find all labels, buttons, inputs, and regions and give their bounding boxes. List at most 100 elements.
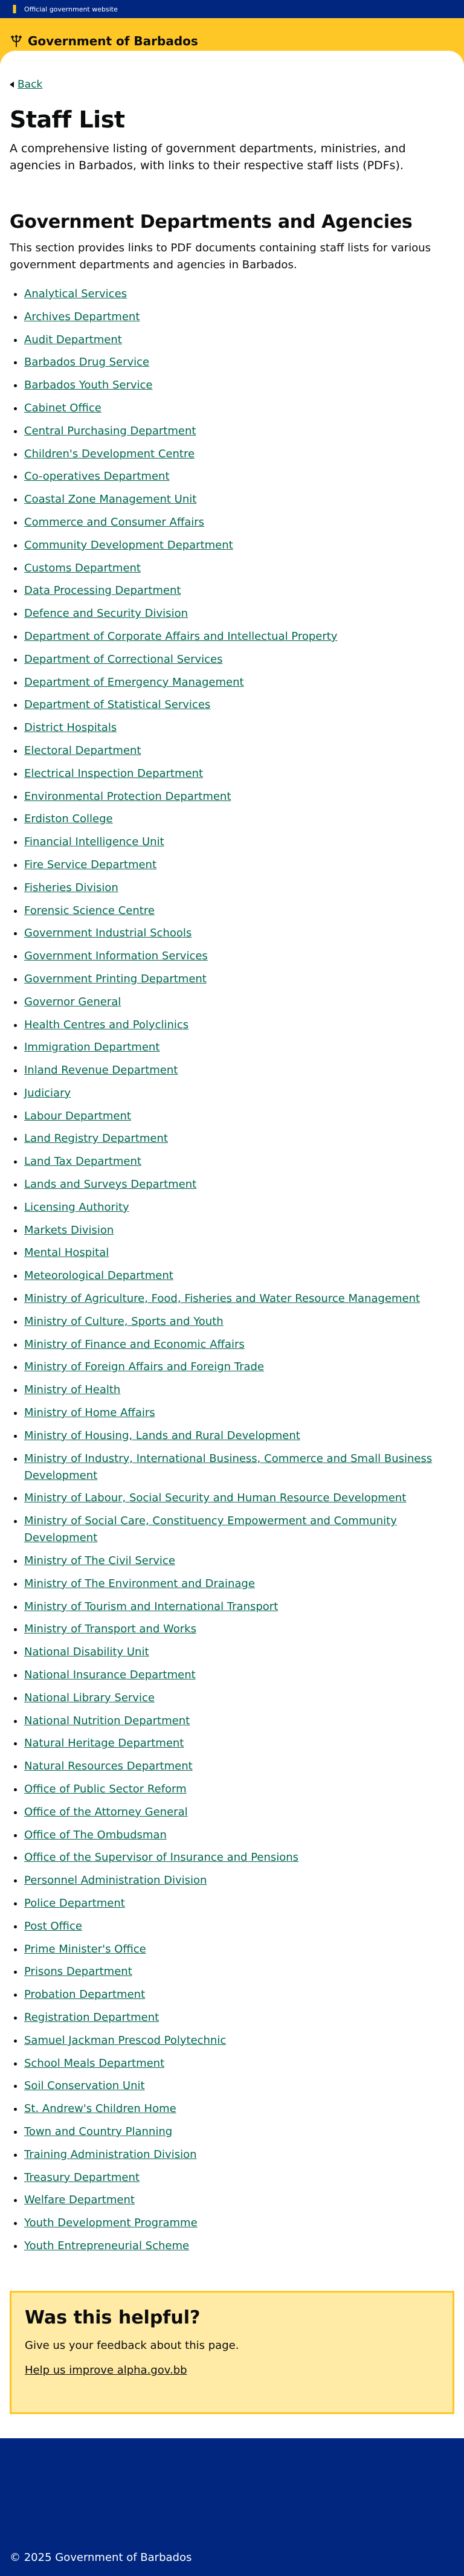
department-link[interactable]: Probation Department bbox=[24, 1988, 145, 2001]
department-link[interactable]: Office of The Ombudsman bbox=[24, 1829, 167, 1841]
department-link[interactable]: Defence and Security Division bbox=[24, 607, 188, 620]
department-link[interactable]: Prisons Department bbox=[24, 1965, 132, 1978]
section-description: This section provides links to PDF docum… bbox=[10, 242, 431, 271]
department-link[interactable]: Department of Correctional Services bbox=[24, 653, 223, 666]
department-link[interactable]: Archives Department bbox=[24, 311, 140, 323]
department-link[interactable]: Ministry of The Environment and Drainage bbox=[24, 1577, 255, 1590]
department-link[interactable]: Barbados Youth Service bbox=[24, 379, 153, 391]
list-item: Government Industrial Schools bbox=[24, 925, 454, 942]
department-link[interactable]: Barbados Drug Service bbox=[24, 356, 149, 369]
list-item: Youth Entrepreneurial Scheme bbox=[24, 2238, 454, 2255]
department-link[interactable]: Registration Department bbox=[24, 2011, 159, 2024]
department-link[interactable]: Soil Conservation Unit bbox=[24, 2079, 145, 2092]
list-item: Barbados Youth Service bbox=[24, 377, 454, 394]
list-item: Financial Intelligence Unit bbox=[24, 834, 454, 851]
list-item: Inland Revenue Department bbox=[24, 1062, 454, 1079]
department-link[interactable]: Cabinet Office bbox=[24, 402, 102, 414]
department-link[interactable]: Prime Minister's Office bbox=[24, 1943, 146, 1956]
department-link[interactable]: Ministry of Transport and Works bbox=[24, 1623, 196, 1635]
department-link[interactable]: Commerce and Consumer Affairs bbox=[24, 516, 204, 529]
trident-icon bbox=[10, 34, 22, 48]
department-link[interactable]: Data Processing Department bbox=[24, 584, 181, 597]
department-link[interactable]: Judiciary bbox=[24, 1087, 71, 1100]
department-link[interactable]: National Disability Unit bbox=[24, 1646, 149, 1658]
department-link[interactable]: Youth Entrepreneurial Scheme bbox=[24, 2240, 189, 2252]
site-title[interactable]: Government of Barbados bbox=[28, 34, 198, 48]
department-link[interactable]: Department of Emergency Management bbox=[24, 676, 244, 689]
department-link[interactable]: Town and Country Planning bbox=[24, 2125, 172, 2138]
list-item: Department of Statistical Services bbox=[24, 697, 454, 713]
back-link[interactable]: Back bbox=[10, 79, 42, 91]
department-link[interactable]: Department of Statistical Services bbox=[24, 698, 210, 711]
department-link[interactable]: Ministry of Finance and Economic Affairs bbox=[24, 1338, 245, 1351]
department-link[interactable]: Inland Revenue Department bbox=[24, 1064, 178, 1077]
department-link[interactable]: Fisheries Division bbox=[24, 881, 118, 894]
department-link[interactable]: Ministry of The Civil Service bbox=[24, 1554, 175, 1567]
department-link[interactable]: National Library Service bbox=[24, 1692, 155, 1704]
department-link[interactable]: Meteorological Department bbox=[24, 1269, 173, 1282]
department-link[interactable]: Land Registry Department bbox=[24, 1132, 168, 1145]
department-link[interactable]: Office of the Attorney General bbox=[24, 1806, 188, 1818]
department-link[interactable]: Ministry of Health bbox=[24, 1383, 120, 1396]
department-link[interactable]: Mental Hospital bbox=[24, 1246, 109, 1259]
department-link[interactable]: Natural Heritage Department bbox=[24, 1737, 184, 1750]
department-link[interactable]: Coastal Zone Management Unit bbox=[24, 493, 196, 506]
department-link[interactable]: Post Office bbox=[24, 1920, 82, 1933]
department-link[interactable]: Financial Intelligence Unit bbox=[24, 836, 164, 848]
department-link[interactable]: Training Administration Division bbox=[24, 2148, 197, 2161]
department-link[interactable]: Youth Development Programme bbox=[24, 2217, 198, 2229]
department-link[interactable]: Office of Public Sector Reform bbox=[24, 1783, 187, 1795]
department-link[interactable]: Natural Resources Department bbox=[24, 1760, 193, 1773]
department-link[interactable]: Ministry of Home Affairs bbox=[24, 1406, 155, 1419]
department-link[interactable]: St. Andrew's Children Home bbox=[24, 2102, 176, 2115]
department-link[interactable]: Government Information Services bbox=[24, 950, 208, 962]
department-link[interactable]: Ministry of Housing, Lands and Rural Dev… bbox=[24, 1429, 300, 1442]
department-link[interactable]: Immigration Department bbox=[24, 1041, 160, 1054]
department-link[interactable]: Treasury Department bbox=[24, 2171, 140, 2184]
list-item: Central Purchasing Department bbox=[24, 423, 454, 440]
department-link[interactable]: Welfare Department bbox=[24, 2194, 135, 2206]
department-link[interactable]: Fire Service Department bbox=[24, 858, 156, 871]
department-link[interactable]: Electrical Inspection Department bbox=[24, 767, 203, 780]
department-link[interactable]: Office of the Supervisor of Insurance an… bbox=[24, 1851, 298, 1864]
department-link[interactable]: Government Printing Department bbox=[24, 973, 207, 985]
department-link[interactable]: Customs Department bbox=[24, 562, 141, 575]
department-link[interactable]: Licensing Authority bbox=[24, 1201, 129, 1214]
department-link[interactable]: Analytical Services bbox=[24, 288, 127, 300]
department-link[interactable]: Samuel Jackman Prescod Polytechnic bbox=[24, 2034, 226, 2047]
department-link[interactable]: Ministry of Labour, Social Security and … bbox=[24, 1492, 406, 1504]
department-link[interactable]: Department of Corporate Affairs and Inte… bbox=[24, 630, 337, 643]
department-link[interactable]: Ministry of Social Care, Constituency Em… bbox=[24, 1515, 397, 1544]
list-item: School Meals Department bbox=[24, 2055, 454, 2072]
department-link[interactable]: Ministry of Foreign Affairs and Foreign … bbox=[24, 1360, 264, 1373]
list-item: Ministry of Health bbox=[24, 1382, 454, 1399]
department-link[interactable]: National Nutrition Department bbox=[24, 1715, 190, 1727]
department-link[interactable]: District Hospitals bbox=[24, 721, 117, 734]
department-link[interactable]: Erdiston College bbox=[24, 813, 113, 825]
department-link[interactable]: Environmental Protection Department bbox=[24, 790, 231, 803]
department-link[interactable]: Labour Department bbox=[24, 1110, 131, 1122]
department-link[interactable]: Markets Division bbox=[24, 1224, 114, 1237]
department-link[interactable]: Governor General bbox=[24, 996, 121, 1008]
feedback-link[interactable]: Help us improve alpha.gov.bb bbox=[25, 2364, 187, 2377]
department-link[interactable]: Ministry of Culture, Sports and Youth bbox=[24, 1315, 224, 1328]
department-link[interactable]: Ministry of Tourism and International Tr… bbox=[24, 1600, 278, 1613]
department-link[interactable]: Police Department bbox=[24, 1897, 125, 1910]
department-link[interactable]: National Insurance Department bbox=[24, 1669, 196, 1681]
department-link[interactable]: Community Development Department bbox=[24, 539, 233, 552]
department-link[interactable]: Forensic Science Centre bbox=[24, 904, 155, 917]
department-link[interactable]: Children's Development Centre bbox=[24, 448, 195, 460]
department-link[interactable]: Co-operatives Department bbox=[24, 470, 170, 483]
department-link[interactable]: Lands and Surveys Department bbox=[24, 1178, 196, 1191]
list-item: National Library Service bbox=[24, 1690, 454, 1707]
department-link[interactable]: Personnel Administration Division bbox=[24, 1874, 207, 1887]
department-link[interactable]: Government Industrial Schools bbox=[24, 927, 192, 939]
department-link[interactable]: Audit Department bbox=[24, 333, 122, 346]
department-link[interactable]: Central Purchasing Department bbox=[24, 425, 196, 437]
department-link[interactable]: School Meals Department bbox=[24, 2057, 164, 2070]
department-link[interactable]: Health Centres and Polyclinics bbox=[24, 1019, 188, 1031]
department-link[interactable]: Electoral Department bbox=[24, 744, 141, 757]
department-link[interactable]: Ministry of Industry, International Busi… bbox=[24, 1452, 432, 1482]
department-link[interactable]: Land Tax Department bbox=[24, 1155, 141, 1168]
department-link[interactable]: Ministry of Agriculture, Food, Fisheries… bbox=[24, 1292, 420, 1305]
